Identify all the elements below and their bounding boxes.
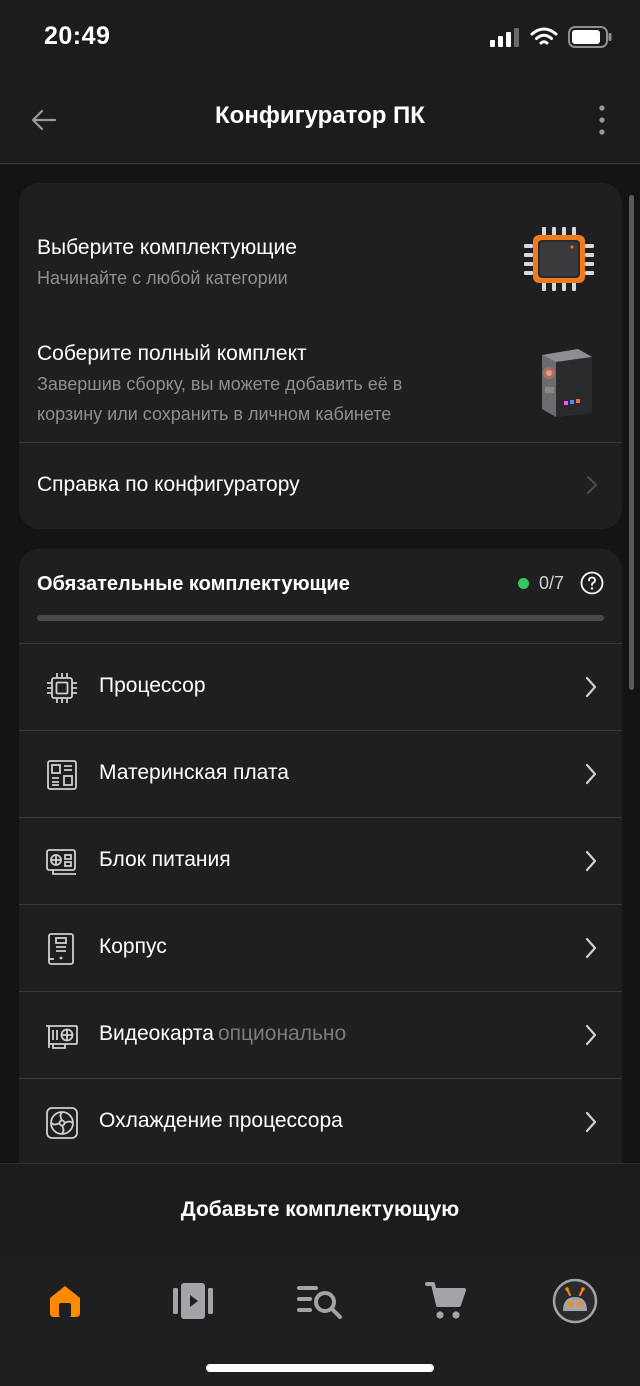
info-step-title: Соберите полный комплект — [37, 342, 307, 365]
configurator-help-link[interactable]: Справка по конфигуратору — [19, 443, 622, 529]
home-indicator — [206, 1364, 434, 1372]
list-item-cooler[interactable]: Охлаждение процессора — [19, 1078, 622, 1163]
bottom-tab-bar — [0, 1257, 640, 1386]
info-step-choose: Выберите комплектующие Начинайте с любой… — [37, 233, 604, 293]
tab-search[interactable] — [290, 1277, 350, 1325]
tab-catalog[interactable] — [163, 1277, 223, 1325]
info-card: Выберите комплектующие Начинайте с любой… — [19, 183, 622, 529]
pc-case-image — [542, 349, 592, 417]
add-component-label: Добавьте комплектующую — [180, 1198, 460, 1221]
catalog-icon — [173, 1283, 213, 1319]
profile-icon — [552, 1278, 598, 1324]
motherboard-icon — [47, 760, 77, 790]
page-title: Конфигуратор ПК — [215, 102, 425, 129]
required-progress-bar — [37, 615, 604, 621]
chevron-right-icon — [585, 676, 597, 698]
help-circle-icon[interactable] — [580, 571, 604, 595]
chevron-right-icon — [585, 937, 597, 959]
list-item-label: Процессор — [99, 674, 206, 697]
cellular-signal-icon — [490, 28, 519, 47]
chevron-right-icon — [585, 763, 597, 785]
chevron-right-icon — [585, 1024, 597, 1046]
info-step-subtitle: Начинайте с любой категории — [37, 268, 288, 288]
info-step-title: Выберите комплектующие — [37, 236, 297, 259]
gpu-icon — [46, 1025, 78, 1049]
chevron-right-icon — [585, 850, 597, 872]
case-icon — [48, 933, 74, 965]
info-step-subtitle-line: корзину или сохранить в личном кабинете — [37, 404, 392, 424]
help-link-label: Справка по конфигуратору — [37, 473, 300, 496]
add-component-button[interactable]: Добавьте комплектующую — [0, 1163, 640, 1257]
required-components-card: Обязательные комплектующие 0/7 Процессор… — [19, 549, 622, 1163]
required-components-title: Обязательные комплектующие — [37, 573, 350, 595]
status-icons — [490, 26, 612, 48]
tab-profile[interactable] — [545, 1277, 605, 1325]
power-supply-icon — [46, 849, 76, 875]
chevron-right-icon — [587, 476, 597, 494]
optional-note: опционально — [217, 1022, 347, 1045]
cpu-icon — [47, 673, 77, 703]
battery-icon — [568, 26, 612, 48]
status-dot — [517, 577, 529, 589]
list-item-gpu[interactable]: Видеокарта опционально — [19, 991, 622, 1078]
cart-icon — [425, 1282, 466, 1319]
status-time: 20:49 — [44, 22, 111, 50]
scrollbar[interactable] — [629, 195, 634, 690]
list-item-motherboard[interactable]: Материнская плата — [19, 730, 622, 817]
wifi-icon — [530, 27, 558, 45]
list-item-label: Видеокарта опционально — [99, 1022, 347, 1045]
cpu-chip-image — [524, 227, 594, 291]
tab-cart[interactable] — [416, 1277, 476, 1325]
required-progress-indicator: 0/7 — [517, 571, 604, 595]
list-item-case[interactable]: Корпус — [19, 904, 622, 991]
home-icon — [50, 1286, 80, 1317]
required-count: 0/7 — [538, 572, 564, 593]
list-item-power-supply[interactable]: Блок питания — [19, 817, 622, 904]
list-item-label: Блок питания — [99, 848, 231, 871]
status-bar: 20:49 — [0, 0, 640, 80]
more-options-button[interactable] — [590, 98, 614, 142]
info-step-build: Соберите полный комплект Завершив сборку… — [37, 339, 604, 429]
content-scroll-area[interactable]: Выберите комплектующие Начинайте с любой… — [0, 165, 640, 1163]
info-step-subtitle-line: Завершив сборку, вы можете добавить её в — [37, 374, 403, 394]
top-app-bar: Конфигуратор ПК — [0, 80, 640, 164]
list-item-label: Корпус — [99, 935, 167, 958]
list-item-label: Материнская плата — [99, 761, 289, 784]
tab-home[interactable] — [35, 1277, 95, 1325]
cooler-icon — [46, 1107, 78, 1139]
search-list-icon — [297, 1286, 342, 1319]
more-vertical-icon — [599, 105, 605, 135]
list-item-label: Охлаждение процессора — [99, 1109, 343, 1132]
list-item-processor[interactable]: Процессор — [19, 643, 622, 730]
chevron-right-icon — [585, 1111, 597, 1133]
